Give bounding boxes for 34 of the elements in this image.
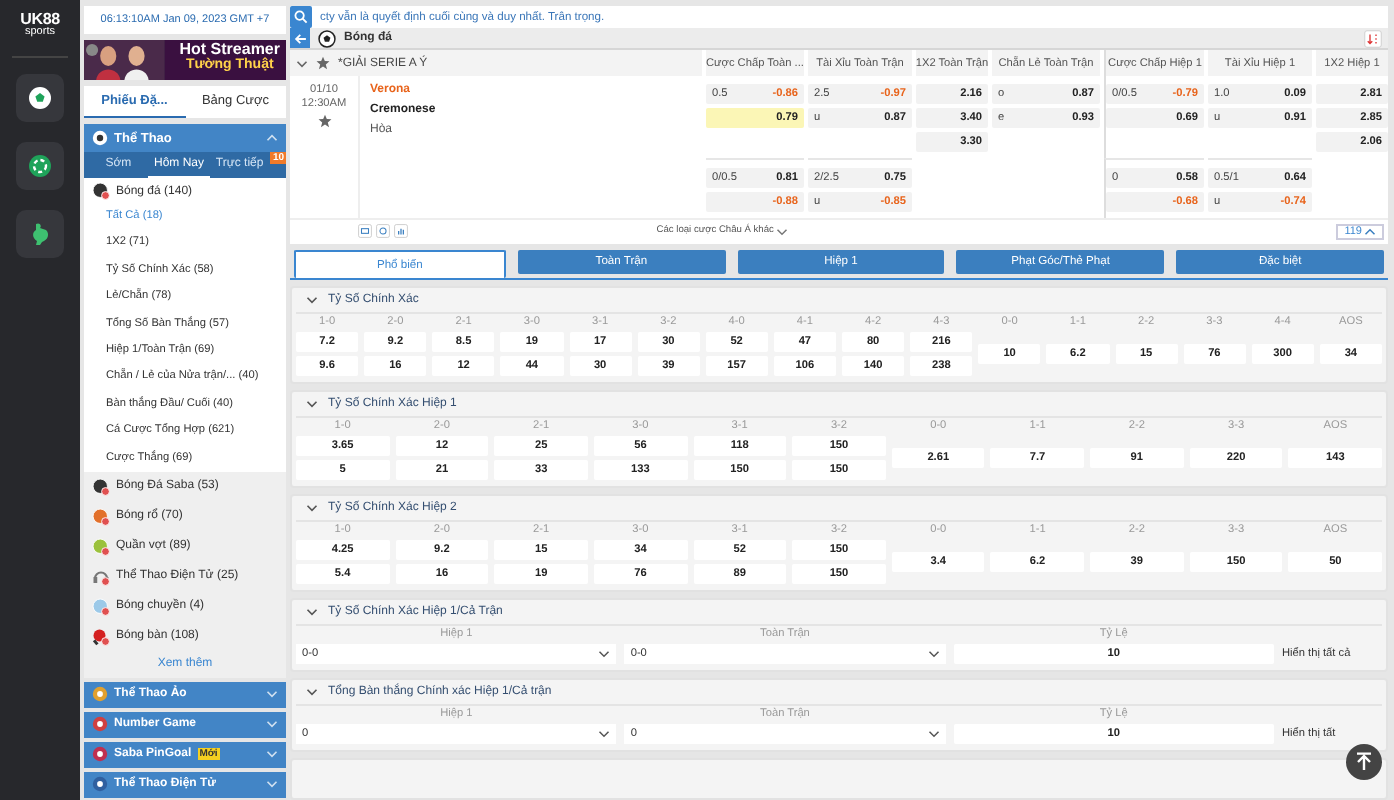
search-icon bbox=[294, 10, 308, 24]
ball-icon bbox=[92, 746, 108, 763]
brand-name: UK88 bbox=[20, 12, 60, 28]
sort-icon[interactable] bbox=[1364, 29, 1382, 48]
sport-button[interactable] bbox=[16, 73, 64, 121]
search-button[interactable] bbox=[290, 6, 312, 28]
rooster-icon bbox=[28, 221, 52, 245]
basketball-icon bbox=[92, 507, 110, 526]
chevron-icon[interactable] bbox=[266, 132, 278, 144]
back-button[interactable] bbox=[290, 28, 310, 49]
paddle-icon bbox=[92, 627, 110, 646]
tennis-ball-icon bbox=[92, 537, 110, 556]
chip-icon bbox=[28, 153, 52, 177]
soccer-ball-icon bbox=[28, 85, 52, 109]
chevron-icon bbox=[927, 728, 940, 741]
arrow-left-icon bbox=[293, 31, 307, 46]
cockfight-button[interactable] bbox=[16, 209, 64, 257]
banner-title: Hot Streamer bbox=[179, 42, 280, 58]
volleyball-icon bbox=[92, 597, 110, 616]
arrow-up-icon bbox=[1354, 752, 1374, 772]
ball-icon bbox=[92, 130, 108, 146]
star-icon[interactable] bbox=[316, 56, 330, 71]
chevron-icon bbox=[598, 648, 611, 661]
coin-icon[interactable] bbox=[376, 224, 390, 239]
star-icon[interactable] bbox=[317, 113, 331, 128]
chevron-icon bbox=[775, 225, 788, 238]
screen-icon[interactable] bbox=[358, 224, 372, 239]
chevron-icon bbox=[1364, 225, 1376, 238]
chevron-icon bbox=[598, 728, 611, 741]
casino-button[interactable] bbox=[16, 141, 64, 189]
chevron-icon bbox=[927, 648, 940, 661]
chart-icon[interactable] bbox=[394, 224, 408, 239]
soccer-ball-icon bbox=[92, 477, 110, 496]
headset-icon bbox=[92, 567, 110, 586]
